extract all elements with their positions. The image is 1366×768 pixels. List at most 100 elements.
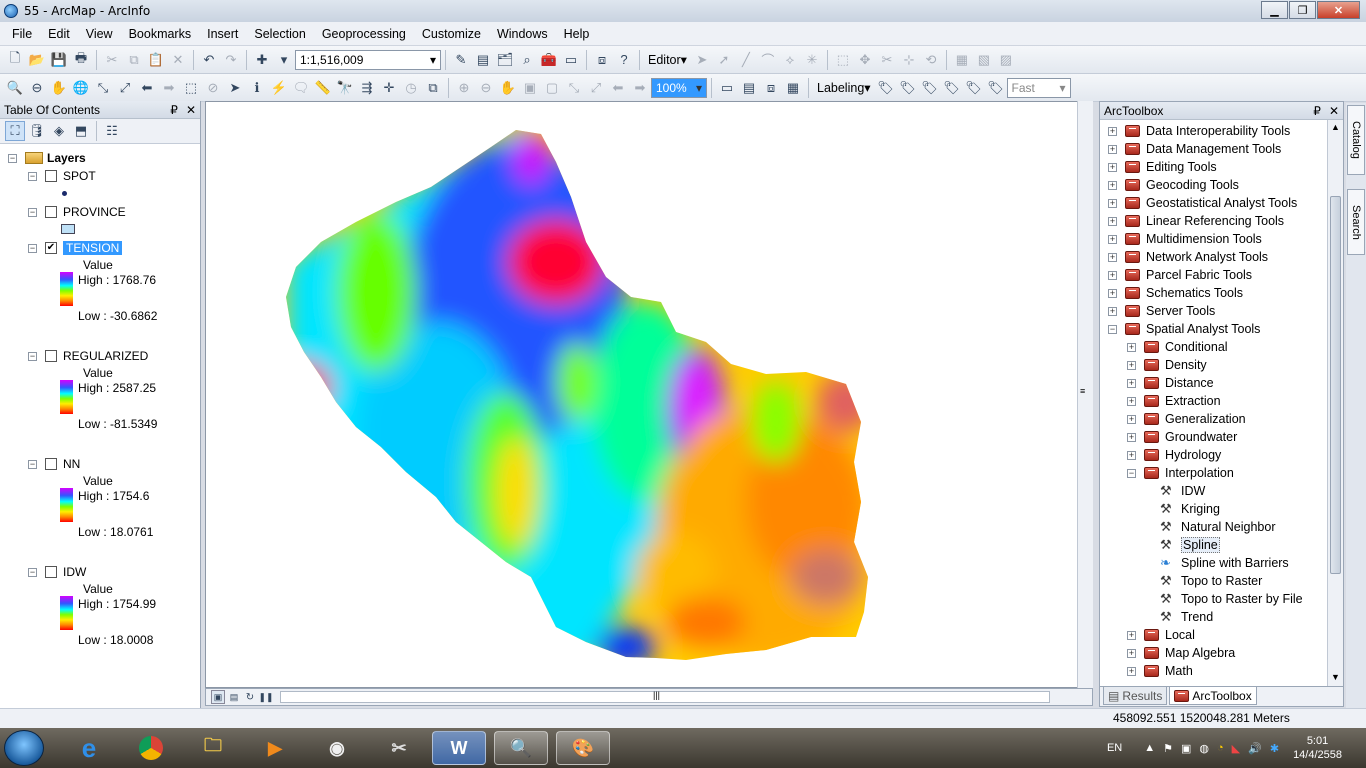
scrollbar-thumb[interactable] — [1330, 196, 1341, 574]
layer-regularized[interactable]: − REGULARIZED — [28, 348, 148, 364]
pin-icon[interactable]: ₽ — [1313, 104, 1321, 118]
layer-visibility-checkbox[interactable] — [45, 350, 57, 362]
tool-item[interactable]: ⚒ Natural Neighbor — [1160, 518, 1276, 536]
pause-labeling-icon[interactable]: 🏷 — [964, 78, 984, 98]
reshape-icon[interactable]: ✥ — [855, 50, 875, 70]
tool-item-spline[interactable]: ⚒ Spline — [1160, 536, 1220, 554]
layer-name[interactable]: IDW — [63, 565, 86, 579]
rotate-icon[interactable]: ⟲ — [921, 50, 941, 70]
print-icon[interactable]: 🖶 — [71, 50, 91, 70]
expand-icon[interactable]: + — [1108, 288, 1117, 298]
point-icon[interactable]: ✳ — [802, 50, 822, 70]
layout-view-icon[interactable]: ▤ — [227, 690, 241, 704]
close-icon[interactable]: ✕ — [186, 103, 196, 117]
label-priority-icon[interactable]: 🏷 — [898, 78, 918, 98]
split-icon[interactable]: ⊹ — [899, 50, 919, 70]
layers-root[interactable]: − Layers — [8, 150, 86, 166]
editor-menu[interactable]: Editor ▾ — [644, 52, 691, 68]
collapse-icon[interactable]: − — [8, 153, 17, 163]
toolset-item[interactable]: + Generalization — [1127, 410, 1246, 428]
delete-icon[interactable]: ✕ — [168, 50, 188, 70]
expand-icon[interactable]: + — [1127, 342, 1136, 352]
zoom-100-icon[interactable]: ▢ — [542, 78, 562, 98]
expand-icon[interactable]: + — [1108, 306, 1117, 316]
fixed-zoom-in-layout-icon[interactable]: ⤡ — [564, 78, 584, 98]
endpoint-arc-icon[interactable]: ⌒ — [758, 50, 778, 70]
python-window-icon[interactable]: ▭ — [561, 50, 581, 70]
data-driven-pages-icon[interactable]: ▦ — [783, 78, 803, 98]
snipping-tool-icon[interactable]: ✂ — [372, 731, 426, 765]
toggle-draft-mode-icon[interactable]: ▭ — [717, 78, 737, 98]
zoom-whole-page-icon[interactable]: ▣ — [520, 78, 540, 98]
layout-zoom-in-icon[interactable]: ⊕ — [454, 78, 474, 98]
collapse-icon[interactable]: − — [28, 243, 37, 253]
layer-visibility-checkbox[interactable] — [45, 170, 57, 182]
paint-icon[interactable]: 🎨 — [556, 731, 610, 765]
collapse-icon[interactable]: − — [1108, 324, 1117, 334]
map-vertical-scrollbar[interactable]: ≡ — [1077, 101, 1093, 688]
select-features-icon[interactable]: ⬚ — [181, 78, 201, 98]
time-slider-icon[interactable]: ◷ — [401, 78, 421, 98]
media-player-icon[interactable]: ▶ — [248, 731, 302, 765]
collapse-icon[interactable]: − — [1127, 468, 1136, 478]
layout-pan-icon[interactable]: ✋ — [498, 78, 518, 98]
collapse-icon[interactable]: − — [28, 351, 37, 361]
edit-vertices-icon[interactable]: ⬚ — [833, 50, 853, 70]
html-popup-icon[interactable]: 🗨 — [291, 78, 311, 98]
toolbox-item[interactable]: + Multidimension Tools — [1108, 230, 1262, 248]
toolbox-item[interactable]: + Server Tools — [1108, 302, 1215, 320]
toolbox-item[interactable]: + Linear Referencing Tools — [1108, 212, 1284, 230]
menu-view[interactable]: View — [78, 27, 121, 41]
list-by-source-icon[interactable]: 🛢 — [27, 121, 47, 141]
network-icon[interactable]: ◍ — [1199, 742, 1209, 755]
windows-start-button[interactable] — [4, 730, 44, 766]
toolbox-item[interactable]: + Data Management Tools — [1108, 140, 1281, 158]
close-button[interactable]: ✕ — [1317, 1, 1360, 19]
toolset-item[interactable]: + Local — [1127, 626, 1195, 644]
back-arrow-icon[interactable]: ⬅ — [137, 78, 157, 98]
undo-icon[interactable]: ↶ — [199, 50, 219, 70]
editor-toolbar-icon[interactable]: ✎ — [451, 50, 471, 70]
toolbox-item[interactable]: + Parcel Fabric Tools — [1108, 266, 1252, 284]
bluetooth-icon[interactable]: ✱ — [1270, 742, 1279, 755]
find-route-icon[interactable]: ⇶ — [357, 78, 377, 98]
layout-zoom-out-icon[interactable]: ⊖ — [476, 78, 496, 98]
layer-spot[interactable]: − SPOT — [28, 168, 96, 184]
toolset-item[interactable]: + Distance — [1127, 374, 1214, 392]
whats-this-help-icon[interactable]: ? — [614, 50, 634, 70]
map-scale-dropdown[interactable]: 1:1,516,009 ▾ — [295, 49, 441, 70]
save-icon[interactable]: 💾 — [49, 50, 69, 70]
fixed-zoom-out-layout-icon[interactable]: ⤢ — [586, 78, 606, 98]
expand-icon[interactable]: + — [1127, 450, 1136, 460]
expand-icon[interactable]: + — [1127, 630, 1136, 640]
security-icon[interactable]: ◣ — [1232, 742, 1240, 755]
toolbox-item-spatial-analyst[interactable]: − Spatial Analyst Tools — [1108, 320, 1260, 338]
menu-help[interactable]: Help — [556, 27, 598, 41]
expand-icon[interactable]: + — [1127, 360, 1136, 370]
layer-visibility-checkbox[interactable] — [45, 458, 57, 470]
layer-tension[interactable]: − ✔ TENSION — [28, 240, 123, 256]
menu-windows[interactable]: Windows — [489, 27, 556, 41]
clear-selection-icon[interactable]: ⊘ — [203, 78, 223, 98]
scroll-down-icon[interactable]: ▼ — [1331, 672, 1340, 682]
tool-item[interactable]: ⚒ Topo to Raster by File — [1160, 590, 1303, 608]
layer-name[interactable]: PROVINCE — [63, 205, 126, 219]
close-icon[interactable]: ✕ — [1329, 104, 1339, 118]
layer-name[interactable]: TENSION — [63, 241, 123, 255]
map-horizontal-scrollbar[interactable]: ||| — [280, 690, 1050, 703]
edit-tool-icon[interactable]: ➤ — [692, 50, 712, 70]
arcmap-task-icon[interactable]: 🔍 — [494, 731, 548, 765]
lock-labels-icon[interactable]: 🏷 — [942, 78, 962, 98]
word-icon[interactable]: W — [432, 731, 486, 765]
expand-icon[interactable]: + — [1127, 432, 1136, 442]
straight-segment-icon[interactable]: ╱ — [736, 50, 756, 70]
collapse-icon[interactable]: − — [28, 207, 37, 217]
attributes-icon[interactable]: ▦ — [952, 50, 972, 70]
expand-icon[interactable]: + — [1108, 216, 1117, 226]
layer-name[interactable]: NN — [63, 457, 80, 471]
list-by-drawing-order-icon[interactable]: ⛶ — [5, 121, 25, 141]
zoom-out-icon[interactable]: ⊖ — [27, 78, 47, 98]
add-data-icon[interactable]: ✚ — [252, 50, 272, 70]
copy-icon[interactable]: ⧉ — [124, 50, 144, 70]
toolset-item[interactable]: + Map Algebra — [1127, 644, 1235, 662]
